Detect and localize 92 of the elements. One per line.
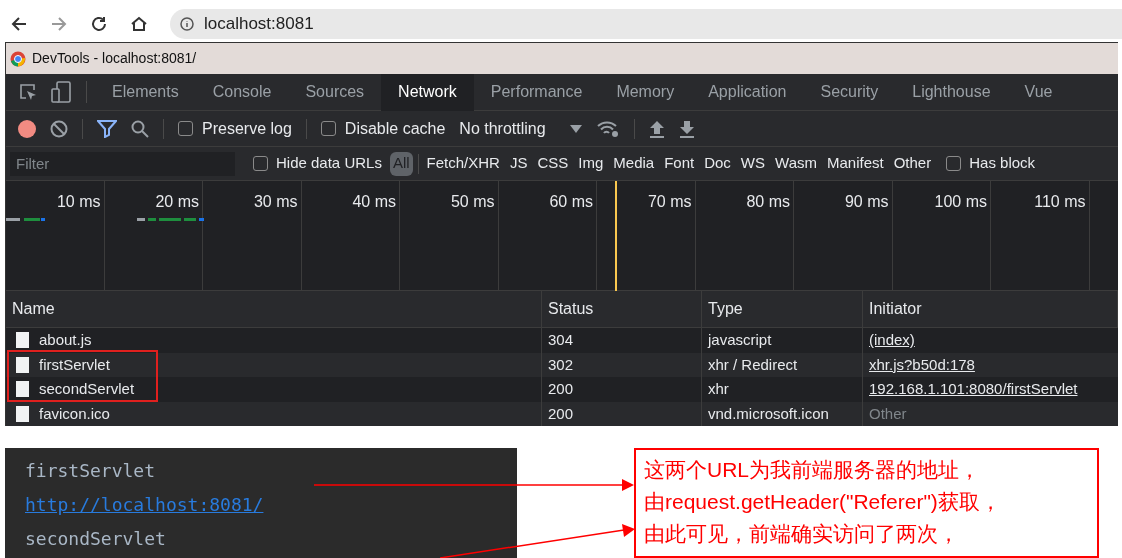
checkbox-label: Has block — [969, 153, 1036, 174]
filter-field[interactable]: Filter — [10, 151, 235, 176]
checkbox[interactable] — [946, 156, 962, 171]
status-code: 302 — [548, 354, 574, 375]
forward-icon[interactable] — [50, 15, 68, 33]
request-type: xhr — [708, 379, 729, 399]
time-tick: 10 ms — [56, 193, 101, 210]
document-icon — [16, 405, 29, 422]
inspect-icon[interactable] — [18, 82, 38, 102]
request-bars-icon — [137, 218, 205, 222]
back-icon[interactable] — [10, 15, 28, 33]
reload-icon[interactable] — [90, 15, 108, 33]
devtools-tab[interactable]: Application — [691, 73, 804, 111]
type-filter[interactable]: WS — [737, 151, 769, 176]
time-tick: 70 ms — [647, 193, 692, 210]
devtools-tab[interactable]: Lighthouse — [895, 73, 1008, 111]
column-header[interactable]: Type — [702, 291, 863, 327]
checkbox[interactable] — [253, 156, 268, 171]
record-icon[interactable] — [18, 119, 36, 138]
request-type: vnd.microsoft.icon — [708, 403, 829, 424]
download-icon[interactable] — [678, 119, 695, 138]
console-line: secondServlet — [25, 528, 166, 549]
time-tick: 50 ms — [450, 193, 495, 210]
devtools-tab[interactable]: Security — [803, 73, 896, 111]
request-name[interactable]: secondServlet — [39, 378, 135, 401]
request-name[interactable]: firstServlet — [39, 353, 110, 376]
type-filter[interactable]: JS — [506, 151, 531, 176]
initiator-link[interactable]: (index) — [869, 329, 915, 352]
devtools-tab[interactable]: Sources — [288, 73, 382, 111]
network-settings-icon[interactable] — [595, 119, 620, 138]
type-filter[interactable]: Font — [661, 151, 698, 176]
initiator-link[interactable]: 192.168.1.101:8080/firstServlet — [869, 378, 1078, 401]
devtools-tab[interactable]: Console — [195, 73, 289, 111]
request-name[interactable]: favicon.ico — [39, 402, 110, 425]
devtools-tab[interactable]: Performance — [473, 73, 600, 111]
request-type: xhr / Redirect — [708, 354, 798, 375]
status-code: 304 — [548, 330, 574, 350]
browser-logo-icon — [10, 50, 26, 67]
search-icon[interactable] — [131, 119, 149, 138]
time-tick: 20 ms — [155, 193, 199, 210]
type-filter[interactable]: Wasm — [772, 151, 820, 176]
type-filter[interactable]: Img — [575, 151, 607, 176]
home-icon[interactable] — [130, 15, 148, 33]
throttling-dropdown[interactable]: No throttling — [459, 116, 582, 141]
column-header[interactable]: Initiator — [863, 291, 1118, 327]
devtools-tab[interactable]: Memory — [599, 73, 692, 111]
annotation-text: 这两个URL为我前端服务器的地址， — [644, 457, 981, 483]
request-bars-icon — [6, 218, 46, 222]
upload-icon[interactable] — [648, 119, 665, 138]
time-tick: 90 ms — [844, 193, 889, 210]
document-icon — [16, 356, 29, 373]
time-tick: 60 ms — [549, 193, 593, 210]
console-line: firstServlet — [25, 460, 156, 481]
caret-icon — [569, 124, 582, 133]
initiator-text: Other — [869, 403, 907, 424]
time-tick: 30 ms — [253, 193, 298, 210]
column-header[interactable]: Name — [6, 291, 542, 327]
type-filter[interactable]: Doc — [701, 151, 734, 176]
column-header[interactable]: Status — [542, 291, 702, 327]
info-icon — [180, 17, 194, 31]
status-code: 200 — [548, 379, 574, 399]
initiator-link[interactable]: xhr.js?b50d:178 — [869, 353, 975, 376]
filter-icon[interactable] — [97, 119, 117, 138]
document-icon — [16, 332, 29, 349]
type-filter[interactable]: Manifest — [824, 151, 887, 176]
checkbox[interactable] — [320, 121, 336, 136]
time-tick: 100 ms — [934, 193, 987, 210]
type-filter[interactable]: Other — [890, 151, 935, 176]
url-text: localhost:8081 — [204, 13, 314, 36]
document-icon — [16, 381, 29, 398]
time-tick: 40 ms — [352, 193, 396, 210]
checkbox-label: Preserve log — [202, 118, 292, 139]
devtools-tab[interactable]: Vue — [1007, 73, 1070, 111]
address-bar[interactable]: localhost:8081 — [170, 9, 1122, 39]
checkbox-label: Hide data URLs — [276, 153, 382, 174]
time-tick: 80 ms — [746, 193, 790, 210]
devtools-tab[interactable]: Elements — [95, 73, 196, 111]
window-title: DevTools - localhost:8081/ — [32, 49, 197, 68]
request-name[interactable]: about.js — [39, 329, 92, 352]
devtools-tab[interactable]: Network — [381, 73, 474, 111]
clear-icon[interactable] — [50, 119, 68, 138]
annotation-text: 由此可见，前端确实访问了两次， — [644, 521, 960, 547]
checkbox-label: Disable cache — [344, 118, 446, 139]
type-filter[interactable]: CSS — [534, 151, 572, 176]
status-code: 200 — [548, 403, 574, 424]
annotation-text: 由request.getHeader("Referer")获取， — [644, 489, 1002, 515]
request-type: javascript — [708, 330, 772, 350]
type-filter[interactable]: Fetch/XHR — [423, 151, 503, 176]
checkbox[interactable] — [178, 121, 193, 136]
device-icon[interactable] — [50, 81, 72, 103]
type-filter[interactable]: Media — [610, 151, 658, 176]
time-tick: 110 ms — [1034, 193, 1086, 210]
